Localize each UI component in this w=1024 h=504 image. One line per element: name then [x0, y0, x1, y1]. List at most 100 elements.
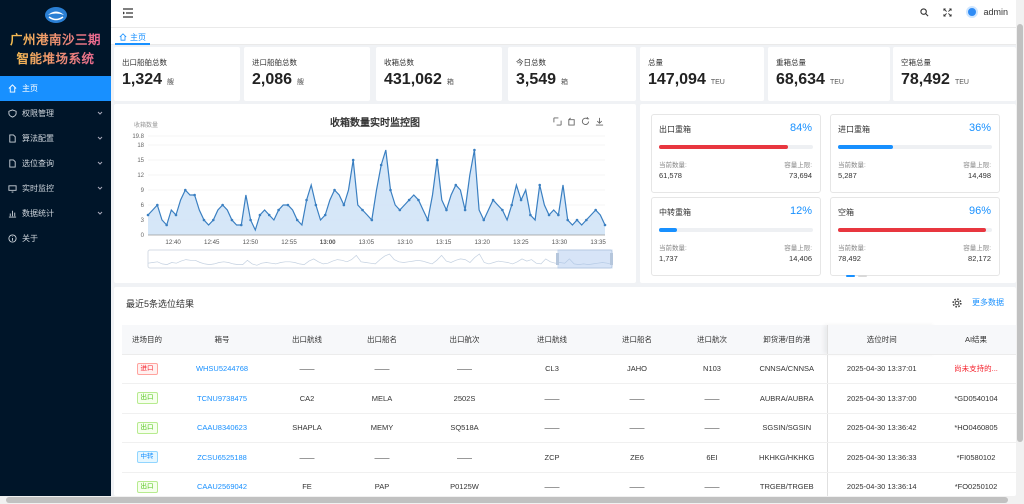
horizontal-scroll-thumb[interactable] — [6, 497, 1008, 503]
table-cell-out-voy: —— — [422, 442, 507, 473]
cell-text: 2025-04-30 13:36:33 — [846, 452, 917, 462]
capacity-bar — [659, 145, 813, 149]
data-point — [202, 218, 206, 222]
sidebar-item-3[interactable]: 选位查询 — [0, 151, 111, 176]
cell-text: P0125W — [450, 482, 479, 492]
table-cell-purpose: 进口 — [122, 354, 172, 384]
capacity-bar — [838, 228, 992, 232]
sidebar-item-4[interactable]: 实时监控 — [0, 176, 111, 201]
monitor-icon — [8, 185, 17, 193]
data-point — [398, 208, 402, 212]
box-number-link[interactable]: CAAU8340623 — [197, 423, 247, 432]
datazoom-window — [557, 249, 613, 269]
user-menu[interactable]: admin — [966, 6, 1008, 18]
stat-unit: 艘 — [167, 79, 175, 86]
cell-text: SHAPLA — [292, 423, 322, 433]
data-point — [156, 203, 159, 207]
current-label: 当前数量: — [659, 162, 687, 169]
table-row[interactable]: 进口 WHSU5244768 —— —— —— CL3 JAHO N103 CNNSA/CNNS… — [122, 354, 1016, 384]
y-tick-label: 9 — [141, 188, 145, 194]
box-number-link[interactable]: WHSU5244768 — [196, 364, 248, 373]
horizontal-scrollbar[interactable] — [0, 496, 1024, 504]
cell-text: —— — [374, 452, 390, 462]
sidebar-item-5[interactable]: 数据统计 — [0, 201, 111, 226]
table-cell-out-route: SHAPLA — [272, 413, 342, 443]
carousel-dot-2[interactable] — [858, 275, 867, 277]
capacity-title: 出口重箱 — [659, 125, 691, 134]
table-row[interactable]: 出口 CAAU8340623 SHAPLA MEMY SQ518A —— —— —— SGSIN… — [122, 413, 1016, 443]
current-value: 61,578 — [659, 171, 682, 180]
table-row[interactable]: 出口 TCNU9738475 CA2 MELA 2502S —— —— —— AUBRA/AUB… — [122, 383, 1016, 414]
table-cell-in-route: ZCP — [507, 442, 597, 473]
cell-text: CNNSA/CNNSA — [759, 364, 815, 374]
capacity-percent: 84% — [789, 122, 812, 134]
x-tick-label: 13:25 — [513, 239, 529, 246]
tab-home[interactable]: 主页 — [115, 31, 150, 45]
y-tick-label: 18 — [137, 143, 144, 149]
box-number-link[interactable]: TCNU9738475 — [197, 394, 247, 403]
menu-fold-icon[interactable] — [123, 8, 133, 18]
cell-text: *HO0460805 — [954, 423, 998, 433]
data-point — [239, 223, 243, 227]
table-cell-time: 2025-04-30 13:36:42 — [826, 413, 936, 443]
sidebar-item-label: 算法配置 — [22, 134, 54, 143]
carousel-dots[interactable] — [846, 275, 867, 277]
column-header: 出口航线 — [272, 325, 342, 355]
more-data-link[interactable]: 更多数据 — [972, 297, 1004, 308]
sidebar-item-6[interactable]: 关于 — [0, 226, 111, 251]
table-row[interactable]: 出口 CAAU2569042 FE PAP P0125W —— —— —— TRGEB/TRGE… — [122, 472, 1016, 496]
data-point — [389, 188, 392, 192]
data-point — [491, 198, 495, 202]
stat-value: 3,549 箱 — [516, 71, 568, 89]
capacity-label: 容量上限: — [784, 245, 812, 252]
fullscreen-icon[interactable] — [943, 7, 953, 17]
box-number-link[interactable]: CAAU2569042 — [197, 482, 247, 491]
data-point — [585, 218, 588, 222]
sidebar-item-label: 关于 — [22, 234, 38, 243]
table-cell-port: HKHKG/HKHKG — [747, 442, 827, 473]
table-cell-port: CNNSA/CNNSA — [747, 354, 827, 384]
company-logo-icon — [44, 7, 67, 23]
data-point — [221, 203, 224, 207]
data-point — [174, 213, 178, 217]
table-row[interactable]: 中转 ZCSU6525188 —— —— —— ZCP ZE6 6EI HKHKG/HKHKG 2… — [122, 442, 1016, 473]
cell-text: 2502S — [453, 393, 476, 403]
vertical-scroll-thumb[interactable] — [1017, 24, 1023, 442]
data-point — [370, 218, 374, 222]
data-point — [165, 223, 168, 227]
cell-text: —— — [704, 423, 720, 433]
x-tick-label: 13:30 — [552, 239, 568, 246]
system-title-line1: 广州港南沙三期 — [9, 33, 101, 47]
home-icon — [119, 33, 127, 41]
data-point — [379, 163, 383, 167]
datazoom-handle-right — [610, 253, 613, 265]
stat-unit: TEU — [829, 79, 844, 86]
cell-text: —— — [629, 482, 645, 492]
sidebar-item-2[interactable]: 算法配置 — [0, 126, 111, 151]
settings-gear-icon[interactable] — [952, 297, 962, 308]
stat-unit: TEU — [954, 79, 969, 86]
stat-number: 147,094 — [648, 71, 706, 88]
table-cell-ai: *FI0580102 — [936, 442, 1016, 473]
vertical-scrollbar[interactable] — [1016, 0, 1024, 496]
data-point — [193, 193, 196, 197]
capacity-label: 容量上限: — [963, 245, 991, 252]
data-point — [146, 213, 150, 217]
data-point — [211, 218, 215, 222]
carousel-dot-1[interactable] — [846, 275, 855, 277]
sidebar-item-0[interactable]: 主页 — [0, 76, 111, 101]
sidebar-item-label: 实时监控 — [22, 184, 54, 193]
x-tick-label: 13:00 — [320, 239, 336, 246]
cell-text: SQ518A — [450, 423, 479, 433]
search-icon[interactable] — [920, 7, 929, 17]
sidebar-item-1[interactable]: 权限管理 — [0, 101, 111, 126]
doc-icon — [9, 134, 16, 143]
data-point — [323, 213, 327, 217]
cell-text: *FI0580102 — [956, 452, 996, 462]
table-cell-out-voy: —— — [422, 354, 507, 384]
logo-area: 广州港南沙三期 智能堆场系统 — [0, 0, 111, 76]
box-number-link[interactable]: ZCSU6525188 — [197, 453, 247, 462]
table-cell-out-voy: SQ518A — [422, 413, 507, 443]
current-label: 当前数量: — [838, 245, 866, 252]
data-point — [557, 213, 560, 217]
